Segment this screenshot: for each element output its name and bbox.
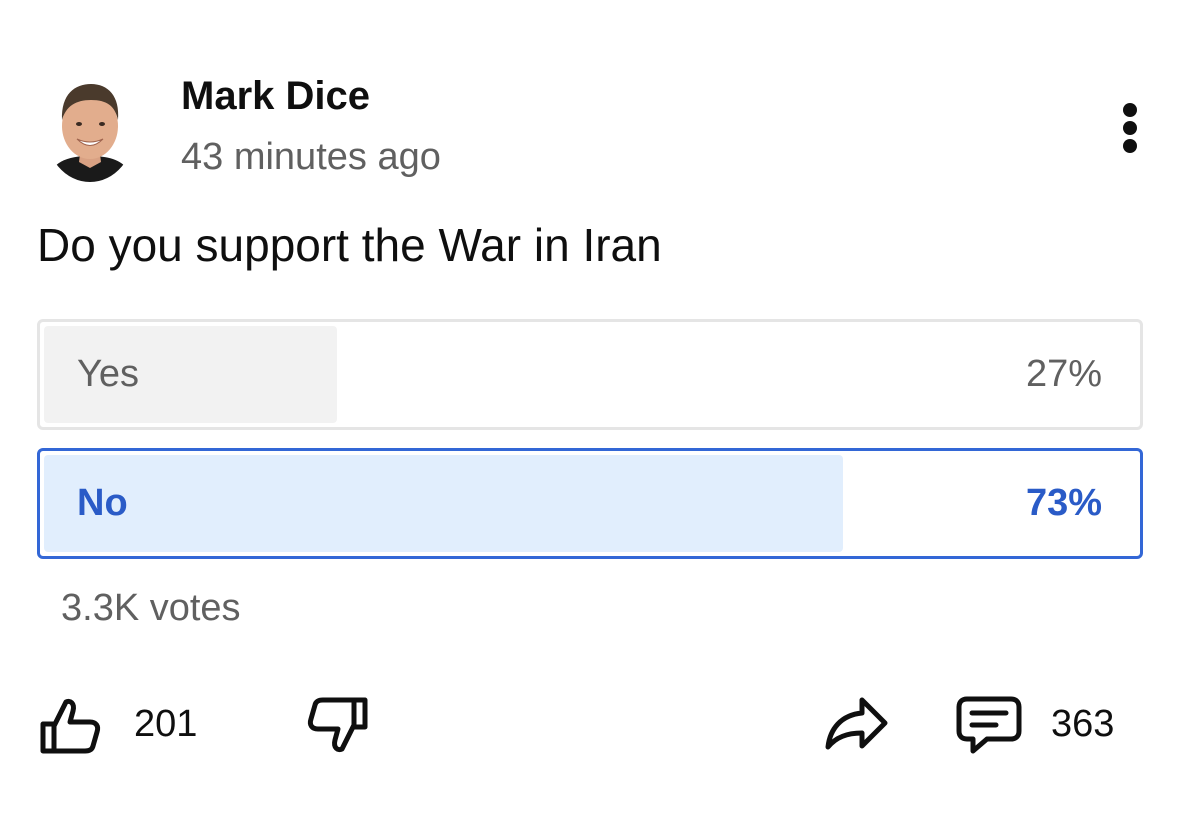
author-avatar[interactable] bbox=[45, 76, 135, 182]
poll-option-no-label: No bbox=[77, 482, 128, 524]
share-arrow-icon bbox=[825, 697, 888, 750]
comment-icon bbox=[956, 696, 1022, 754]
post-timestamp: 43 minutes ago bbox=[181, 136, 441, 178]
dislike-button[interactable] bbox=[301, 696, 371, 756]
poll-option-no[interactable]: No 73% bbox=[37, 448, 1143, 559]
poll-option-no-percent: 73% bbox=[1025, 482, 1102, 524]
share-button[interactable] bbox=[822, 694, 890, 752]
poll-option-no-fill bbox=[44, 455, 843, 552]
thumbs-down-icon bbox=[307, 697, 368, 753]
poll-option-yes[interactable]: Yes 27% bbox=[37, 319, 1143, 430]
comments-button[interactable] bbox=[955, 693, 1025, 757]
vote-count: 3.3K votes bbox=[61, 587, 241, 629]
like-button[interactable] bbox=[37, 696, 103, 756]
like-count: 201 bbox=[134, 703, 198, 745]
poll-option-yes-label: Yes bbox=[77, 353, 139, 395]
poll-question: Do you support the War in Iran bbox=[37, 219, 662, 271]
poll-option-yes-percent: 27% bbox=[1025, 353, 1102, 395]
thumbs-up-icon bbox=[40, 698, 101, 754]
more-options-button[interactable] bbox=[1106, 96, 1156, 160]
author-name[interactable]: Mark Dice bbox=[181, 72, 370, 120]
comment-count: 363 bbox=[1051, 703, 1115, 745]
